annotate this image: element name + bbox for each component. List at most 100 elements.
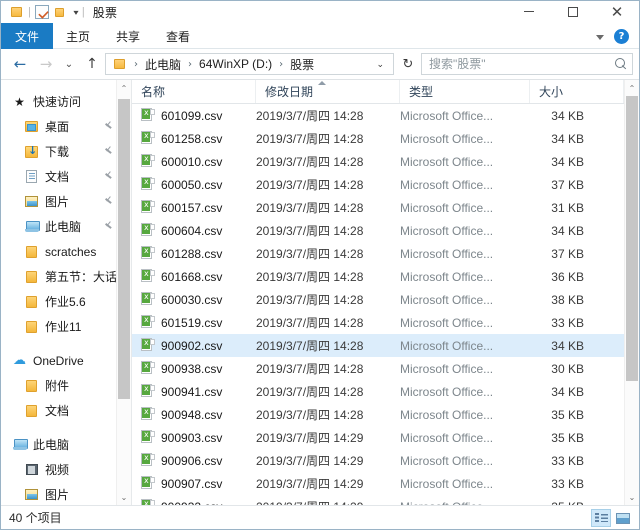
maximize-button[interactable] xyxy=(551,1,595,23)
csv-file-icon xyxy=(141,246,155,261)
scroll-down-icon[interactable]: ⌄ xyxy=(117,489,131,505)
sidebar-item-pc-pictures[interactable]: 图片 xyxy=(1,482,131,505)
table-row[interactable]: 600030.csv 2019/3/7/周四 14:28 Microsoft Off… xyxy=(132,288,624,311)
search-icon[interactable] xyxy=(614,57,628,71)
details-view-button[interactable] xyxy=(591,509,611,527)
column-header-date[interactable]: 修改日期 xyxy=(256,80,400,103)
table-row[interactable]: 900938.csv 2019/3/7/周四 14:28 Microsoft Off… xyxy=(132,357,624,380)
refresh-icon[interactable]: ↻ xyxy=(396,53,420,75)
table-row[interactable]: 601288.csv 2019/3/7/周四 14:28 Microsoft Off… xyxy=(132,242,624,265)
sidebar-group-this-pc[interactable]: 此电脑 xyxy=(1,432,131,457)
breadcrumb-separator-0[interactable]: › xyxy=(129,59,143,70)
file-type-cell: Microsoft Office... xyxy=(400,476,494,491)
search-input[interactable] xyxy=(429,57,614,71)
scrollbar-track[interactable] xyxy=(625,96,639,489)
address-dropdown-chevron-down-icon[interactable]: ⌄ xyxy=(373,59,389,70)
breadcrumb[interactable]: › 此电脑 › 64WinXP (D:) › 股票 ⌄ xyxy=(105,53,394,75)
pin-icon[interactable] xyxy=(104,196,114,207)
address-bar: ← → ⌄ ↑ › 此电脑 › 64WinXP (D:) › 股票 ⌄ ↻ xyxy=(1,49,639,79)
table-row[interactable]: 601258.csv 2019/3/7/周四 14:28 Microsoft Off… xyxy=(132,127,624,150)
breadcrumb-separator-1[interactable]: › xyxy=(183,59,197,70)
table-row[interactable]: 601099.csv 2019/3/7/周四 14:28 Microsoft Off… xyxy=(132,104,624,127)
column-header-name[interactable]: 名称 xyxy=(132,80,256,103)
minimize-button[interactable] xyxy=(507,1,551,23)
table-row[interactable]: 601668.csv 2019/3/7/周四 14:28 Microsoft Off… xyxy=(132,265,624,288)
sidebar-item-documents[interactable]: 文档 xyxy=(1,164,131,189)
sidebar-group-onedrive[interactable]: ☁ OneDrive xyxy=(1,348,131,373)
file-name-label: 900907.csv xyxy=(161,476,223,491)
back-button[interactable]: ← xyxy=(7,51,33,77)
scroll-up-icon[interactable]: ⌃ xyxy=(117,80,131,96)
table-row[interactable]: 900906.csv 2019/3/7/周四 14:29 Microsoft Off… xyxy=(132,449,624,472)
recent-locations-chevron-down-icon[interactable]: ⌄ xyxy=(59,51,79,77)
sidebar-item-this-pc-qa[interactable]: 此电脑 xyxy=(1,214,131,239)
table-row[interactable]: 900902.csv 2019/3/7/周四 14:28 Microsoft Off… xyxy=(132,334,624,357)
search-box[interactable] xyxy=(421,53,633,75)
help-icon[interactable]: ? xyxy=(614,28,629,44)
sidebar-item-homework11[interactable]: 作业11 xyxy=(1,314,131,339)
navigation-list: ★ 快速访问 桌面 下载 文档 xyxy=(1,80,131,505)
navigation-pane-scrollbar[interactable]: ⌃ ⌄ xyxy=(116,80,131,505)
close-button[interactable]: ✕ xyxy=(595,1,639,23)
sidebar-item-desktop[interactable]: 桌面 xyxy=(1,114,131,139)
file-list-scrollbar[interactable]: ⌃ ⌄ xyxy=(624,80,639,505)
sidebar-item-onedrive-documents[interactable]: 文档 xyxy=(1,398,131,423)
sidebar-item-scratches[interactable]: scratches xyxy=(1,239,131,264)
pin-icon[interactable] xyxy=(104,146,114,157)
forward-button[interactable]: → xyxy=(33,51,59,77)
csv-file-icon xyxy=(141,131,155,146)
file-date-cell: 2019/3/7/周四 14:28 xyxy=(256,293,364,307)
customize-qat-chevron-icon[interactable]: ▾ xyxy=(73,8,78,17)
sidebar-item-attachments[interactable]: 附件 xyxy=(1,373,131,398)
table-row[interactable]: 900941.csv 2019/3/7/周四 14:28 Microsoft Off… xyxy=(132,380,624,403)
pin-icon[interactable] xyxy=(104,221,114,232)
table-row[interactable]: 601519.csv 2019/3/7/周四 14:28 Microsoft Off… xyxy=(132,311,624,334)
table-row[interactable]: 900932.csv2019/3/7/周四 14:29Microsoft Off… xyxy=(132,495,624,505)
file-name-label: 601099.csv xyxy=(161,108,223,123)
tab-view[interactable]: 查看 xyxy=(153,23,203,49)
tab-share[interactable]: 共享 xyxy=(103,23,153,49)
column-header-label: 修改日期 xyxy=(265,85,314,99)
breadcrumb-item-current[interactable]: 股票 xyxy=(288,56,316,73)
properties-icon[interactable] xyxy=(34,4,50,20)
large-icons-view-button[interactable] xyxy=(613,509,633,527)
table-row[interactable]: 900948.csv 2019/3/7/周四 14:28 Microsoft Off… xyxy=(132,403,624,426)
csv-file-icon xyxy=(141,430,155,445)
file-size-cell: 34 KB xyxy=(551,154,584,169)
scrollbar-track[interactable] xyxy=(117,96,131,489)
sidebar-item-homework56[interactable]: 作业5.6 xyxy=(1,289,131,314)
sidebar-item-lesson5[interactable]: 第五节：大话企 xyxy=(1,264,131,289)
scroll-up-icon[interactable]: ⌃ xyxy=(625,80,639,96)
expand-ribbon-chevron-down-icon[interactable] xyxy=(596,34,604,40)
sidebar-item-pictures[interactable]: 图片 xyxy=(1,189,131,214)
column-header-type[interactable]: 类型 xyxy=(400,80,530,103)
column-header-size[interactable]: 大小 xyxy=(530,80,624,103)
new-folder-icon[interactable] xyxy=(52,4,68,20)
sidebar-item-downloads[interactable]: 下载 xyxy=(1,139,131,164)
sidebar-item-videos[interactable]: 视频 xyxy=(1,457,131,482)
scrollbar-thumb[interactable] xyxy=(118,99,130,399)
table-row[interactable]: 900907.csv 2019/3/7/周四 14:29 Microsoft Off… xyxy=(132,472,624,495)
breadcrumb-separator-2[interactable]: › xyxy=(274,59,288,70)
file-name-cell: 600030.csv xyxy=(132,292,256,307)
table-row[interactable]: 600050.csv 2019/3/7/周四 14:28 Microsoft Off… xyxy=(132,173,624,196)
folder-icon[interactable] xyxy=(8,4,24,20)
up-button[interactable]: ↑ xyxy=(79,51,105,77)
sort-ascending-icon xyxy=(318,81,326,85)
breadcrumb-item-drive-d[interactable]: 64WinXP (D:) xyxy=(197,57,274,71)
pin-icon[interactable] xyxy=(104,171,114,182)
table-row[interactable]: 600010.csv 2019/3/7/周四 14:28 Microsoft Off… xyxy=(132,150,624,173)
table-row[interactable]: 900903.csv 2019/3/7/周四 14:29 Microsoft Off… xyxy=(132,426,624,449)
sidebar-group-quick-access[interactable]: ★ 快速访问 xyxy=(1,89,131,114)
csv-file-icon xyxy=(141,338,155,353)
tab-file[interactable]: 文件 xyxy=(1,23,54,49)
pin-icon[interactable] xyxy=(104,121,114,132)
table-row[interactable]: 600157.csv 2019/3/7/周四 14:28 Microsoft Off… xyxy=(132,196,624,219)
file-name-label: 600030.csv xyxy=(161,292,223,307)
scroll-down-icon[interactable]: ⌄ xyxy=(625,489,639,505)
tab-home[interactable]: 主页 xyxy=(53,23,103,49)
scrollbar-thumb[interactable] xyxy=(626,96,638,381)
csv-file-icon xyxy=(141,361,155,376)
breadcrumb-item-this-pc[interactable]: 此电脑 xyxy=(143,56,183,73)
table-row[interactable]: 600604.csv 2019/3/7/周四 14:28 Microsoft Off… xyxy=(132,219,624,242)
